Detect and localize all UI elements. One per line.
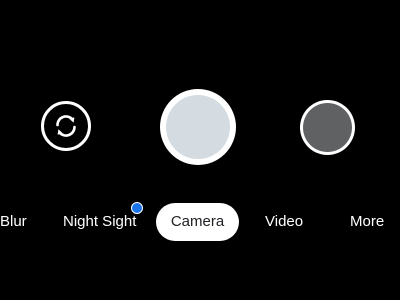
switch-camera-icon [56, 115, 76, 137]
mode-selector: Blur Night Sight Camera Video More [0, 203, 400, 241]
mode-more[interactable]: More [350, 203, 384, 241]
shutter-button[interactable] [160, 89, 236, 165]
shutter-button-inner [166, 95, 230, 159]
new-feature-dot [131, 202, 143, 214]
gallery-thumbnail-button[interactable] [300, 100, 355, 155]
mode-video[interactable]: Video [265, 203, 303, 241]
mode-blur[interactable]: Blur [0, 203, 27, 241]
camera-viewport: Blur Night Sight Camera Video More [0, 0, 400, 300]
gallery-thumbnail-image [303, 103, 352, 152]
mode-night-sight[interactable]: Night Sight [63, 203, 136, 241]
mode-camera-selected[interactable]: Camera [156, 203, 239, 241]
switch-camera-button[interactable] [41, 101, 91, 151]
